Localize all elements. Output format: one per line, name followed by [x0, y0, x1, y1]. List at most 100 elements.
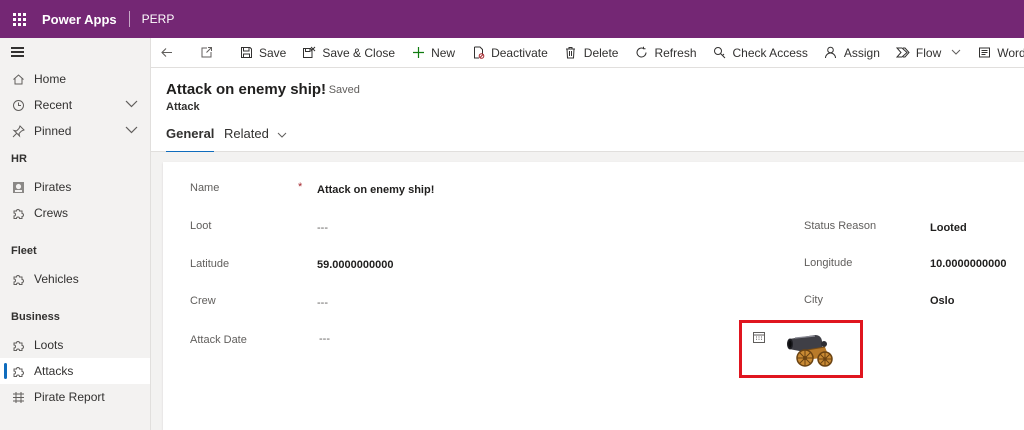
check-access-label: Check Access	[732, 45, 808, 60]
status-reason-label: Status Reason	[804, 220, 877, 232]
loot-lookup[interactable]: ---	[317, 222, 328, 234]
back-arrow-icon	[159, 46, 173, 60]
form-section	[163, 162, 1024, 430]
sidebar-item-label: Home	[34, 72, 67, 86]
word-templates-button[interactable]: Word Templates	[969, 38, 1024, 67]
save-close-icon	[302, 46, 316, 60]
calendar-icon[interactable]	[753, 331, 765, 343]
longitude-field[interactable]: 10.0000000000	[930, 258, 1006, 270]
sidebar-group-fleet: Fleet	[11, 245, 37, 257]
sidebar-item-attacks[interactable]: Attacks	[0, 358, 150, 384]
app-title[interactable]: Power Apps	[42, 12, 117, 27]
sidebar-item-pinned[interactable]: Pinned	[0, 118, 150, 144]
popout-icon	[199, 46, 213, 60]
header-divider	[128, 11, 130, 27]
sidebar-item-label: Pirates	[34, 180, 72, 194]
collapse-nav-button[interactable]	[0, 38, 150, 66]
new-button[interactable]: New	[403, 38, 463, 67]
flow-button[interactable]: Flow	[888, 38, 969, 67]
tab-related-label: Related	[224, 126, 269, 141]
sidebar-item-label: Recent	[34, 98, 73, 112]
latitude-label: Latitude	[190, 258, 230, 270]
environment-name[interactable]: PERP	[142, 12, 175, 26]
save-close-label: Save & Close	[322, 45, 396, 60]
word-template-icon	[977, 46, 991, 60]
name-label: Name	[190, 182, 220, 194]
attack-date-field[interactable]: ---	[319, 333, 330, 345]
tab-general[interactable]: General	[166, 126, 215, 153]
refresh-button[interactable]: Refresh	[626, 38, 704, 67]
refresh-label: Refresh	[654, 45, 697, 60]
sidebar-item-label: Vehicles	[34, 272, 79, 286]
city-field[interactable]: Oslo	[930, 295, 954, 307]
flow-icon	[895, 46, 910, 60]
sidebar-item-vehicles[interactable]: Vehicles	[0, 266, 150, 292]
record-title: Attack on enemy ship!	[166, 81, 327, 98]
hamburger-icon	[11, 45, 24, 60]
deactivate-button[interactable]: Deactivate	[463, 38, 556, 67]
sidebar-item-label: Attacks	[34, 364, 74, 378]
chevron-down-icon[interactable]	[125, 99, 138, 111]
deactivate-label: Deactivate	[491, 45, 548, 60]
city-label: City	[804, 294, 823, 306]
pin-icon	[11, 124, 25, 138]
pirate-icon	[11, 180, 25, 194]
record-header: Attack on enemy ship! - Saved Attack Gen…	[151, 68, 1024, 153]
refresh-icon	[634, 46, 648, 60]
sidebar-item-label: Pirate Report	[34, 390, 105, 404]
puzzle-icon	[11, 206, 25, 220]
back-button[interactable]	[151, 38, 187, 67]
app-header: Power Apps PERP	[0, 0, 1024, 38]
chevron-down-icon	[951, 47, 961, 58]
sidebar-item-home[interactable]: Home	[0, 66, 150, 92]
tab-related[interactable]: Related	[224, 126, 287, 152]
sitemap-sidebar: Home Recent Pinned HR Pirates Crews Flee…	[0, 38, 151, 430]
delete-button[interactable]: Delete	[556, 38, 627, 67]
sidebar-item-crews[interactable]: Crews	[0, 200, 150, 226]
trash-icon	[564, 46, 578, 60]
latitude-field[interactable]: 59.0000000000	[317, 259, 393, 271]
assign-label: Assign	[843, 45, 880, 60]
sidebar-item-recent[interactable]: Recent	[0, 92, 150, 118]
app-launcher-icon[interactable]	[0, 0, 38, 38]
sidebar-item-pirate-report[interactable]: Pirate Report	[0, 384, 150, 410]
puzzle-icon	[11, 364, 25, 378]
flow-label: Flow	[915, 45, 942, 60]
report-icon	[11, 390, 25, 404]
person-icon	[824, 46, 838, 60]
command-bar: Save Save & Close New Deactivate Delete …	[151, 38, 1024, 68]
word-templates-label: Word Templates	[997, 45, 1024, 60]
cannon-icon	[785, 327, 835, 369]
attack-date-label: Attack Date	[190, 334, 247, 346]
loot-label: Loot	[190, 220, 212, 232]
longitude-label: Longitude	[804, 257, 853, 269]
sidebar-item-pirates[interactable]: Pirates	[0, 174, 150, 200]
save-status: - Saved	[322, 84, 360, 96]
sidebar-item-label: Pinned	[34, 124, 72, 138]
sidebar-group-hr: HR	[11, 153, 27, 165]
crew-lookup[interactable]: ---	[317, 297, 328, 309]
chevron-down-icon[interactable]	[125, 125, 138, 137]
check-access-icon	[713, 46, 727, 60]
deactivate-icon	[471, 46, 485, 60]
new-label: New	[431, 45, 456, 60]
save-icon	[239, 46, 253, 60]
sidebar-item-label: Loots	[34, 338, 64, 352]
check-access-button[interactable]: Check Access	[705, 38, 816, 67]
save-button[interactable]: Save	[231, 38, 294, 67]
save-and-close-button[interactable]: Save & Close	[294, 38, 403, 67]
clock-icon	[11, 98, 25, 112]
name-field[interactable]: Attack on enemy ship!	[317, 184, 434, 196]
open-new-window-button[interactable]	[191, 38, 227, 67]
assign-button[interactable]: Assign	[816, 38, 888, 67]
crew-label: Crew	[190, 295, 216, 307]
home-icon	[11, 72, 25, 86]
puzzle-icon	[11, 338, 25, 352]
sidebar-item-loots[interactable]: Loots	[0, 332, 150, 358]
required-indicator: *	[298, 181, 303, 193]
sidebar-group-business: Business	[11, 311, 60, 323]
delete-label: Delete	[583, 45, 619, 60]
status-reason-select[interactable]: Looted	[930, 222, 967, 234]
